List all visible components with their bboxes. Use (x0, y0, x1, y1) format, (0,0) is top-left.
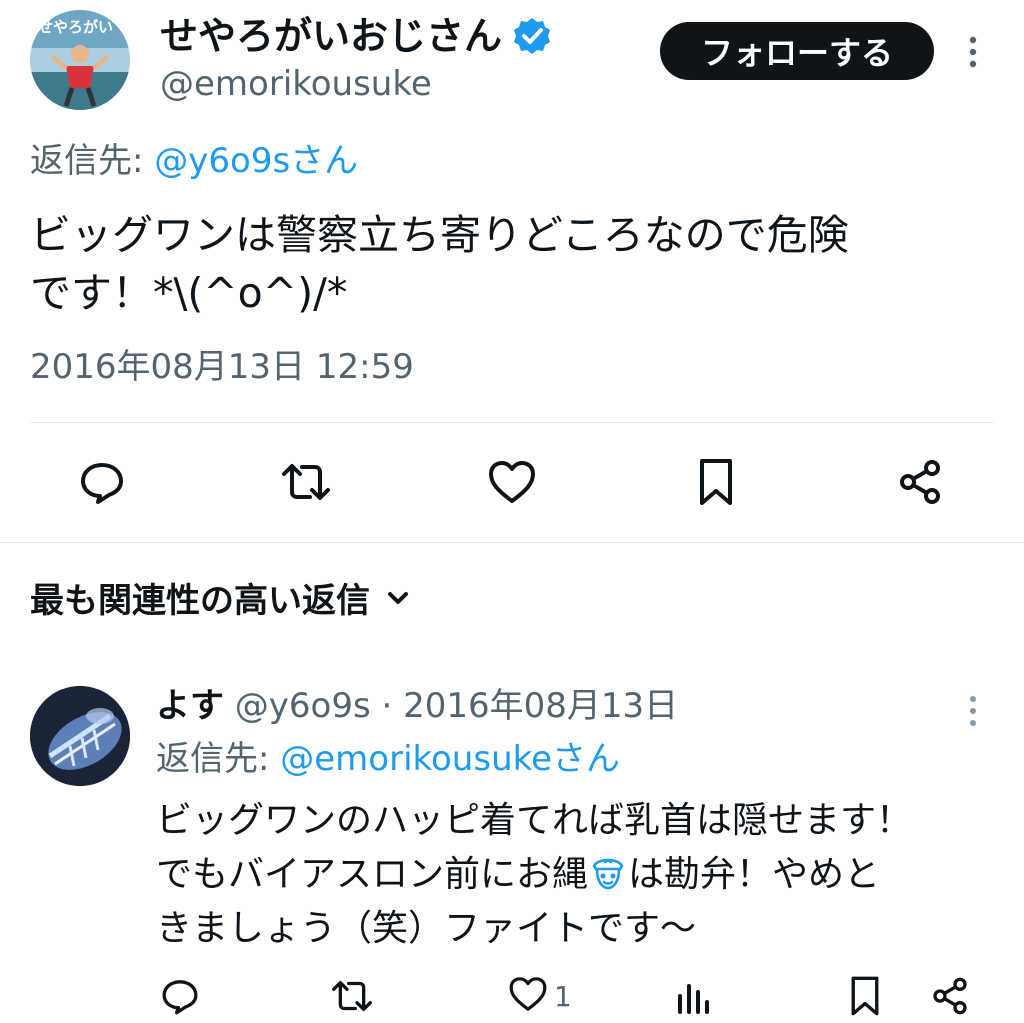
reply-icon[interactable] (76, 456, 128, 508)
avatar-text: せやろがい (38, 18, 113, 36)
like-icon[interactable] (508, 975, 548, 1017)
reply-text-line: ビッグワンのハッピ着てれば乳首は隠せます！ (156, 800, 913, 841)
reply-bookmark-icon[interactable] (848, 972, 882, 1020)
reply-reply-icon[interactable] (160, 972, 200, 1020)
reply-sort-label[interactable]: 最も関連性の高い返信 (30, 578, 370, 624)
reply-text-line: きましょう（笑）ファイトです〜 (156, 908, 697, 949)
reply-author-avatar[interactable] (30, 686, 130, 786)
reply-text-line: でもバイアスロン前にお縄 は勘弁！やめと (156, 848, 996, 902)
reply-header: よす @y6o9s · 2016年08月13日 (156, 682, 678, 730)
chevron-down-icon[interactable] (384, 578, 412, 624)
share-icon[interactable] (894, 456, 946, 508)
views-icon[interactable] (676, 972, 712, 1020)
divider (30, 422, 994, 423)
retweet-icon[interactable] (280, 456, 332, 508)
reply-like-button[interactable]: 1 (508, 972, 572, 1020)
police-officer-emoji-icon (588, 852, 628, 892)
tweet-detail-page: せやろがい せやろがいおじさん @emorikousuke フォローする 返信先… (0, 0, 1024, 1023)
bookmark-icon[interactable] (690, 456, 742, 508)
like-icon[interactable] (486, 456, 538, 508)
tweet-timestamp[interactable]: 2016年08月13日 12:59 (30, 344, 414, 390)
section-divider (0, 542, 1024, 543)
reply-text-segment: は勘弁！やめと (628, 854, 881, 895)
reply-text-segment: でもバイアスロン前にお縄 (156, 854, 589, 895)
reply-share-icon[interactable] (930, 972, 970, 1020)
reply-reply-to-label: 返信先: @emorikousukeさん (156, 736, 620, 782)
reply-to-prefix: 返信先: (30, 141, 155, 181)
reply-reply-to-prefix: 返信先: (156, 739, 281, 779)
author-display-name[interactable]: せやろがいおじさん (160, 10, 552, 62)
reply-reply-to-mention-link[interactable]: @emorikousukeさん (280, 739, 620, 779)
author-name-text[interactable]: せやろがいおじさん (160, 10, 502, 62)
reply-more-options-icon[interactable] (962, 692, 984, 730)
reply-author-name[interactable]: よす (156, 686, 224, 726)
verified-badge-icon (512, 16, 552, 56)
reply-text: ビッグワンのハッピ着てれば乳首は隠せます！ でもバイアスロン前にお縄 は勘弁！やめ… (156, 794, 996, 956)
reply-to-mention-link[interactable]: @y6o9sさん (154, 141, 358, 181)
author-handle[interactable]: @emorikousuke (160, 62, 432, 106)
author-avatar[interactable]: せやろがい (30, 10, 130, 110)
reply-to-label: 返信先: @y6o9sさん (30, 138, 358, 184)
more-options-icon[interactable] (962, 32, 984, 72)
tweet-text: ビッグワンは警察立ち寄りどころなので危険 です！*\(^o^)/* (30, 211, 849, 317)
reply-sort-dropdown[interactable]: 最も関連性の高い返信 (30, 578, 412, 624)
like-count: 1 (554, 979, 572, 1013)
reply-handle-and-date[interactable]: @y6o9s · 2016年08月13日 (224, 686, 678, 726)
reply-retweet-icon[interactable] (330, 972, 374, 1020)
follow-button[interactable]: フォローする (660, 22, 934, 80)
